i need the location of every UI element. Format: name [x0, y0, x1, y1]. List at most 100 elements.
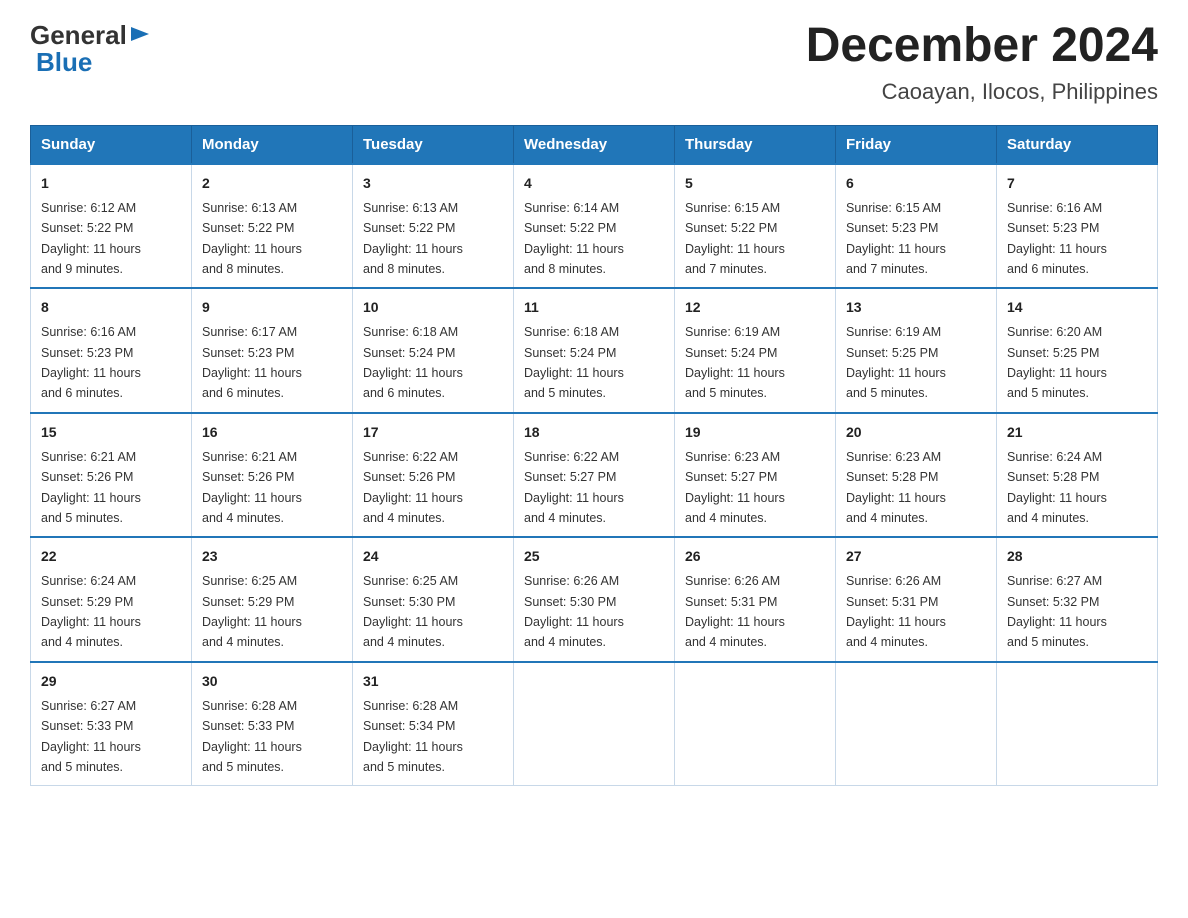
- calendar-cell: 6 Sunrise: 6:15 AMSunset: 5:23 PMDaylight…: [836, 164, 997, 289]
- day-info: Sunrise: 6:15 AMSunset: 5:23 PMDaylight:…: [846, 201, 946, 276]
- calendar-table: SundayMondayTuesdayWednesdayThursdayFrid…: [30, 125, 1158, 787]
- day-info: Sunrise: 6:21 AMSunset: 5:26 PMDaylight:…: [202, 450, 302, 525]
- day-info: Sunrise: 6:22 AMSunset: 5:26 PMDaylight:…: [363, 450, 463, 525]
- calendar-cell: 5 Sunrise: 6:15 AMSunset: 5:22 PMDaylight…: [675, 164, 836, 289]
- day-number: 31: [363, 671, 503, 692]
- calendar-cell: 3Sunrise: 6:13 AMSunset: 5:22 PMDaylight…: [353, 164, 514, 289]
- day-info: Sunrise: 6:15 AMSunset: 5:22 PMDaylight:…: [685, 201, 785, 276]
- calendar-cell: 21 Sunrise: 6:24 AMSunset: 5:28 PMDayligh…: [997, 413, 1158, 538]
- day-number: 29: [41, 671, 181, 692]
- day-info: Sunrise: 6:24 AMSunset: 5:29 PMDaylight:…: [41, 574, 141, 649]
- week-row-4: 22 Sunrise: 6:24 AMSunset: 5:29 PMDayligh…: [31, 537, 1158, 662]
- day-info: Sunrise: 6:17 AMSunset: 5:23 PMDaylight:…: [202, 325, 302, 400]
- calendar-cell: [997, 662, 1158, 786]
- day-info: Sunrise: 6:12 AMSunset: 5:22 PMDaylight:…: [41, 201, 141, 276]
- day-info: Sunrise: 6:13 AMSunset: 5:22 PMDaylight:…: [202, 201, 302, 276]
- calendar-cell: [514, 662, 675, 786]
- day-info: Sunrise: 6:22 AMSunset: 5:27 PMDaylight:…: [524, 450, 624, 525]
- calendar-cell: [675, 662, 836, 786]
- day-number: 7: [1007, 173, 1147, 194]
- day-info: Sunrise: 6:16 AMSunset: 5:23 PMDaylight:…: [41, 325, 141, 400]
- calendar-cell: [836, 662, 997, 786]
- calendar-body: 1 Sunrise: 6:12 AMSunset: 5:22 PMDaylight…: [31, 164, 1158, 786]
- day-number: 3: [363, 173, 503, 194]
- day-number: 8: [41, 297, 181, 318]
- day-number: 4: [524, 173, 664, 194]
- calendar-cell: 10 Sunrise: 6:18 AMSunset: 5:24 PMDayligh…: [353, 288, 514, 413]
- day-number: 22: [41, 546, 181, 567]
- day-number: 17: [363, 422, 503, 443]
- day-number: 5: [685, 173, 825, 194]
- header-thursday: Thursday: [675, 125, 836, 164]
- day-number: 12: [685, 297, 825, 318]
- calendar-cell: 7 Sunrise: 6:16 AMSunset: 5:23 PMDaylight…: [997, 164, 1158, 289]
- calendar-cell: 26 Sunrise: 6:26 AMSunset: 5:31 PMDayligh…: [675, 537, 836, 662]
- calendar-cell: 12 Sunrise: 6:19 AMSunset: 5:24 PMDayligh…: [675, 288, 836, 413]
- day-info: Sunrise: 6:18 AMSunset: 5:24 PMDaylight:…: [363, 325, 463, 400]
- day-number: 21: [1007, 422, 1147, 443]
- day-info: Sunrise: 6:26 AMSunset: 5:31 PMDaylight:…: [685, 574, 785, 649]
- day-number: 19: [685, 422, 825, 443]
- week-row-5: 29 Sunrise: 6:27 AMSunset: 5:33 PMDayligh…: [31, 662, 1158, 786]
- calendar-cell: 25Sunrise: 6:26 AMSunset: 5:30 PMDayligh…: [514, 537, 675, 662]
- calendar-cell: 28Sunrise: 6:27 AMSunset: 5:32 PMDayligh…: [997, 537, 1158, 662]
- calendar-cell: 18 Sunrise: 6:22 AMSunset: 5:27 PMDayligh…: [514, 413, 675, 538]
- day-number: 26: [685, 546, 825, 567]
- calendar-cell: 29 Sunrise: 6:27 AMSunset: 5:33 PMDayligh…: [31, 662, 192, 786]
- day-number: 23: [202, 546, 342, 567]
- day-number: 27: [846, 546, 986, 567]
- calendar-cell: 13Sunrise: 6:19 AMSunset: 5:25 PMDayligh…: [836, 288, 997, 413]
- day-number: 1: [41, 173, 181, 194]
- header-saturday: Saturday: [997, 125, 1158, 164]
- day-info: Sunrise: 6:21 AMSunset: 5:26 PMDaylight:…: [41, 450, 141, 525]
- day-number: 10: [363, 297, 503, 318]
- day-info: Sunrise: 6:26 AMSunset: 5:30 PMDaylight:…: [524, 574, 624, 649]
- page-title: December 2024: [806, 20, 1158, 73]
- calendar-cell: 31 Sunrise: 6:28 AMSunset: 5:34 PMDayligh…: [353, 662, 514, 786]
- page-header: General Blue December 2024 Caoayan, Iloc…: [30, 20, 1158, 105]
- calendar-cell: 22 Sunrise: 6:24 AMSunset: 5:29 PMDayligh…: [31, 537, 192, 662]
- logo-arrow-icon: [129, 23, 151, 45]
- day-number: 11: [524, 297, 664, 318]
- calendar-cell: 15 Sunrise: 6:21 AMSunset: 5:26 PMDayligh…: [31, 413, 192, 538]
- calendar-cell: 20Sunrise: 6:23 AMSunset: 5:28 PMDayligh…: [836, 413, 997, 538]
- day-info: Sunrise: 6:23 AMSunset: 5:28 PMDaylight:…: [846, 450, 946, 525]
- day-info: Sunrise: 6:16 AMSunset: 5:23 PMDaylight:…: [1007, 201, 1107, 276]
- week-row-1: 1 Sunrise: 6:12 AMSunset: 5:22 PMDaylight…: [31, 164, 1158, 289]
- day-info: Sunrise: 6:27 AMSunset: 5:33 PMDaylight:…: [41, 699, 141, 774]
- calendar-cell: 27 Sunrise: 6:26 AMSunset: 5:31 PMDayligh…: [836, 537, 997, 662]
- day-info: Sunrise: 6:25 AMSunset: 5:30 PMDaylight:…: [363, 574, 463, 649]
- day-info: Sunrise: 6:20 AMSunset: 5:25 PMDaylight:…: [1007, 325, 1107, 400]
- calendar-cell: 24Sunrise: 6:25 AMSunset: 5:30 PMDayligh…: [353, 537, 514, 662]
- day-info: Sunrise: 6:14 AMSunset: 5:22 PMDaylight:…: [524, 201, 624, 276]
- calendar-cell: 1 Sunrise: 6:12 AMSunset: 5:22 PMDaylight…: [31, 164, 192, 289]
- week-row-3: 15 Sunrise: 6:21 AMSunset: 5:26 PMDayligh…: [31, 413, 1158, 538]
- day-info: Sunrise: 6:28 AMSunset: 5:34 PMDaylight:…: [363, 699, 463, 774]
- day-number: 13: [846, 297, 986, 318]
- page-subtitle: Caoayan, Ilocos, Philippines: [806, 79, 1158, 105]
- header-row: SundayMondayTuesdayWednesdayThursdayFrid…: [31, 125, 1158, 164]
- calendar-cell: 11 Sunrise: 6:18 AMSunset: 5:24 PMDayligh…: [514, 288, 675, 413]
- header-sunday: Sunday: [31, 125, 192, 164]
- calendar-cell: 19 Sunrise: 6:23 AMSunset: 5:27 PMDayligh…: [675, 413, 836, 538]
- day-number: 6: [846, 173, 986, 194]
- calendar-cell: 30 Sunrise: 6:28 AMSunset: 5:33 PMDayligh…: [192, 662, 353, 786]
- day-number: 15: [41, 422, 181, 443]
- day-info: Sunrise: 6:23 AMSunset: 5:27 PMDaylight:…: [685, 450, 785, 525]
- logo: General Blue: [30, 20, 151, 78]
- day-info: Sunrise: 6:24 AMSunset: 5:28 PMDaylight:…: [1007, 450, 1107, 525]
- calendar-cell: 14Sunrise: 6:20 AMSunset: 5:25 PMDayligh…: [997, 288, 1158, 413]
- day-info: Sunrise: 6:18 AMSunset: 5:24 PMDaylight:…: [524, 325, 624, 400]
- header-wednesday: Wednesday: [514, 125, 675, 164]
- day-info: Sunrise: 6:19 AMSunset: 5:24 PMDaylight:…: [685, 325, 785, 400]
- day-info: Sunrise: 6:26 AMSunset: 5:31 PMDaylight:…: [846, 574, 946, 649]
- day-number: 30: [202, 671, 342, 692]
- week-row-2: 8 Sunrise: 6:16 AMSunset: 5:23 PMDaylight…: [31, 288, 1158, 413]
- day-info: Sunrise: 6:28 AMSunset: 5:33 PMDaylight:…: [202, 699, 302, 774]
- calendar-header: SundayMondayTuesdayWednesdayThursdayFrid…: [31, 125, 1158, 164]
- day-number: 16: [202, 422, 342, 443]
- calendar-cell: 2Sunrise: 6:13 AMSunset: 5:22 PMDaylight…: [192, 164, 353, 289]
- header-tuesday: Tuesday: [353, 125, 514, 164]
- calendar-cell: 16 Sunrise: 6:21 AMSunset: 5:26 PMDayligh…: [192, 413, 353, 538]
- day-number: 18: [524, 422, 664, 443]
